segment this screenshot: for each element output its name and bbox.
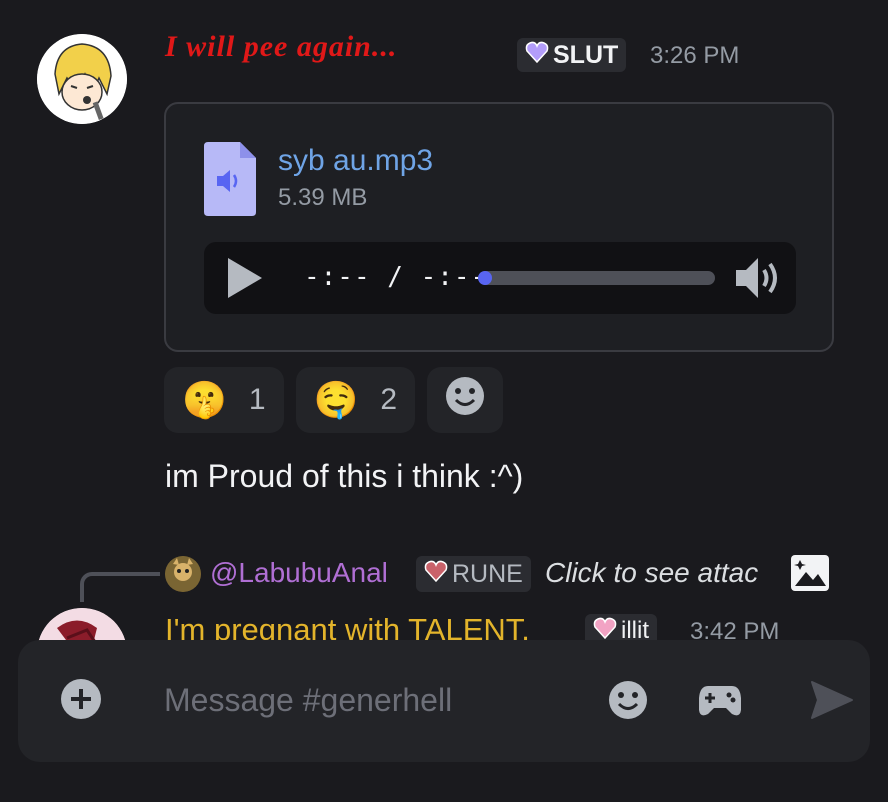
- reply-username[interactable]: @LabubuAnal: [210, 557, 388, 589]
- audio-file-icon: [204, 142, 256, 216]
- guild-tag-label: SLUT: [553, 40, 619, 69]
- drooling-face-icon: 🤤: [313, 379, 359, 420]
- smile-icon: [445, 376, 485, 424]
- message-input[interactable]: [164, 678, 584, 722]
- message-username[interactable]: I will pee again...: [165, 30, 397, 64]
- reaction-count: 2: [380, 383, 398, 416]
- volume-icon[interactable]: [734, 254, 784, 302]
- add-reaction-button[interactable]: [427, 367, 504, 433]
- audio-progress-bar[interactable]: [478, 271, 715, 285]
- send-icon[interactable]: [810, 680, 854, 720]
- guild-tag[interactable]: RUNE: [416, 556, 531, 592]
- reply-avatar[interactable]: [165, 556, 201, 592]
- shushing-face-icon: 🤫: [182, 379, 227, 420]
- heart-gem-icon: [525, 41, 549, 70]
- heart-gem-icon: [424, 560, 448, 589]
- image-icon: [790, 554, 830, 592]
- audio-player: -:-- / -:--: [204, 242, 796, 314]
- audio-attachment: syb au.mp3 5.39 MB -:-- / -:--: [164, 102, 834, 352]
- reply-preview[interactable]: Click to see attac: [545, 557, 758, 589]
- progress-knob[interactable]: [478, 271, 492, 285]
- guild-tag[interactable]: SLUT: [517, 38, 627, 72]
- message-content: im Proud of this i think :^): [165, 458, 524, 494]
- reaction-bar: 🤫 1 🤤 2: [164, 367, 504, 433]
- file-name-link[interactable]: syb au.mp3: [278, 144, 433, 178]
- message-timestamp: 3:26 PM: [650, 42, 740, 69]
- gamepad-icon[interactable]: [698, 680, 742, 720]
- message-composer: [18, 640, 870, 762]
- play-icon[interactable]: [224, 256, 264, 300]
- reaction-button[interactable]: 🤤 2: [295, 367, 416, 433]
- guild-tag-label: RUNE: [452, 559, 523, 588]
- audio-time: -:-- / -:--: [304, 262, 488, 292]
- plus-icon[interactable]: [60, 678, 102, 720]
- user-avatar[interactable]: [37, 34, 127, 124]
- reply-connector: [80, 572, 160, 602]
- emoji-icon[interactable]: [608, 680, 648, 720]
- reaction-count: 1: [248, 383, 266, 416]
- file-size: 5.39 MB: [278, 184, 368, 211]
- reaction-button[interactable]: 🤫 1: [164, 367, 284, 433]
